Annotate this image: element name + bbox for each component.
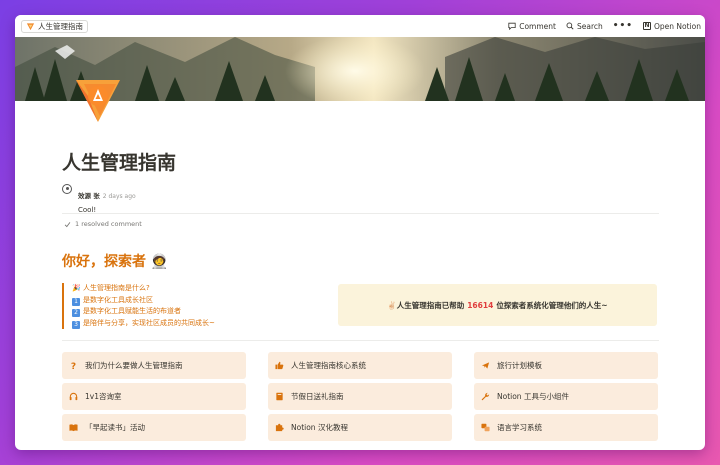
card-label: 1v1咨询室 bbox=[85, 392, 122, 401]
top-actions: Comment Search ••• N Open Notion bbox=[508, 21, 701, 31]
callout-prefix: 人生管理指南已帮助 bbox=[396, 300, 465, 310]
section-divider bbox=[62, 340, 659, 341]
card-notion-tools[interactable]: Notion 工具与小组件 bbox=[474, 383, 658, 410]
breadcrumb-label: 人生管理指南 bbox=[38, 21, 83, 31]
number-1-icon: 1 bbox=[72, 297, 80, 306]
top-bar: 人生管理指南 Comment Search ••• N Open Notion bbox=[15, 15, 705, 37]
comment-time: 2 days ago bbox=[102, 193, 136, 200]
notion-window: 人生管理指南 Comment Search ••• N Open Notion bbox=[15, 15, 705, 450]
intro-item-text: 人生管理指南是什么? bbox=[82, 284, 150, 292]
intro-item-0: 🎉 人生管理指南是什么? bbox=[72, 283, 215, 295]
page-emoji-icon bbox=[76, 80, 120, 122]
intro-item-text: 是数字化工具赋能生活的布道者 bbox=[83, 307, 181, 315]
comment-author: 效源 张 bbox=[78, 192, 100, 200]
comment-body: 效源 张2 days ago Cool! bbox=[78, 183, 136, 214]
card-language-learning[interactable]: 语言学习系统 bbox=[474, 414, 658, 441]
number-3-icon: 3 bbox=[72, 320, 80, 329]
card-consulting[interactable]: 1v1咨询室 bbox=[62, 383, 246, 410]
number-2-icon: 2 bbox=[72, 309, 80, 317]
wrench-icon bbox=[481, 392, 490, 401]
card-label: Notion 汉化教程 bbox=[291, 423, 348, 432]
card-core-system[interactable]: 人生管理指南核心系统 bbox=[268, 352, 452, 379]
comment-icon bbox=[508, 22, 516, 30]
card-label: Notion 工具与小组件 bbox=[497, 392, 569, 401]
svg-text:?: ? bbox=[71, 362, 76, 370]
avatar bbox=[62, 184, 72, 194]
stats-callout: ✌🏻 人生管理指南已帮助 16614 位探索者系统化管理他们的人生~ bbox=[338, 284, 657, 326]
plane-icon bbox=[481, 361, 490, 370]
card-travel-plan[interactable]: 旅行计划模板 bbox=[474, 352, 658, 379]
victory-hand-icon: ✌🏻 bbox=[387, 300, 397, 310]
headphones-icon bbox=[69, 392, 78, 401]
intro-item-3: 3 是陪伴与分享，实现社区成员的共同成长~ bbox=[72, 318, 215, 330]
open-notion-label: Open Notion bbox=[654, 21, 701, 31]
search-button[interactable]: Search bbox=[566, 22, 603, 31]
question-icon: ? bbox=[69, 361, 78, 370]
callout-suffix: 位探索者系统化管理他们的人生~ bbox=[496, 300, 608, 310]
resolved-label: 1 resolved comment bbox=[75, 220, 142, 228]
intro-item-1: 1 是数字化工具成长社区 bbox=[72, 295, 215, 307]
open-book-icon bbox=[69, 423, 78, 432]
intro-item-2: 2 是数字化工具赋能生活的布道者 bbox=[72, 306, 215, 318]
comment-header: 效源 张2 days ago bbox=[78, 183, 136, 202]
page-logo-icon bbox=[26, 22, 35, 30]
card-label: 语言学习系统 bbox=[497, 423, 542, 432]
intro-item-text: 是数字化工具成长社区 bbox=[83, 295, 153, 304]
card-early-reading[interactable]: 「早起读书」活动 bbox=[62, 414, 246, 441]
greeting-heading: 你好，探索者 🧑‍🚀 bbox=[62, 254, 169, 270]
card-label: 人生管理指南核心系统 bbox=[291, 361, 366, 370]
check-icon bbox=[64, 221, 71, 227]
language-icon bbox=[481, 423, 490, 432]
thumbs-up-icon bbox=[275, 361, 284, 370]
party-icon: 🎉 bbox=[72, 284, 81, 292]
card-notion-chinese[interactable]: Notion 汉化教程 bbox=[268, 414, 452, 441]
puzzle-icon bbox=[275, 423, 284, 432]
search-icon bbox=[566, 22, 574, 30]
book-icon bbox=[275, 392, 284, 401]
comment-block[interactable]: 效源 张2 days ago Cool! bbox=[62, 183, 659, 214]
card-label: 节假日送礼指南 bbox=[291, 392, 344, 401]
card-label: 「早起读书」活动 bbox=[85, 423, 145, 432]
card-label: 我们为什么要做人生管理指南 bbox=[85, 361, 183, 370]
more-options-button[interactable]: ••• bbox=[613, 21, 633, 31]
breadcrumb[interactable]: 人生管理指南 bbox=[21, 19, 88, 33]
notion-logo-icon: N bbox=[643, 22, 652, 30]
card-gift-guide[interactable]: 节假日送礼指南 bbox=[268, 383, 452, 410]
intro-item-text: 是陪伴与分享，实现社区成员的共同成长~ bbox=[83, 318, 215, 327]
link-cards-grid: ? 我们为什么要做人生管理指南 人生管理指南核心系统 旅行计划模板 1v1咨询室… bbox=[62, 352, 659, 441]
page-title: 人生管理指南 bbox=[62, 152, 177, 174]
comment-button-label: Comment bbox=[519, 21, 556, 31]
search-button-label: Search bbox=[576, 21, 603, 31]
comment-divider bbox=[62, 213, 659, 214]
card-why[interactable]: ? 我们为什么要做人生管理指南 bbox=[62, 352, 246, 379]
comment-button[interactable]: Comment bbox=[508, 22, 556, 31]
open-notion-button[interactable]: N Open Notion bbox=[643, 22, 701, 31]
explorer-count: 16614 bbox=[467, 300, 494, 310]
intro-quote-list: 🎉 人生管理指南是什么? 1 是数字化工具成长社区 2 是数字化工具赋能生活的布道者… bbox=[62, 283, 215, 329]
card-label: 旅行计划模板 bbox=[497, 361, 542, 370]
resolved-comments-toggle[interactable]: 1 resolved comment bbox=[64, 220, 142, 228]
